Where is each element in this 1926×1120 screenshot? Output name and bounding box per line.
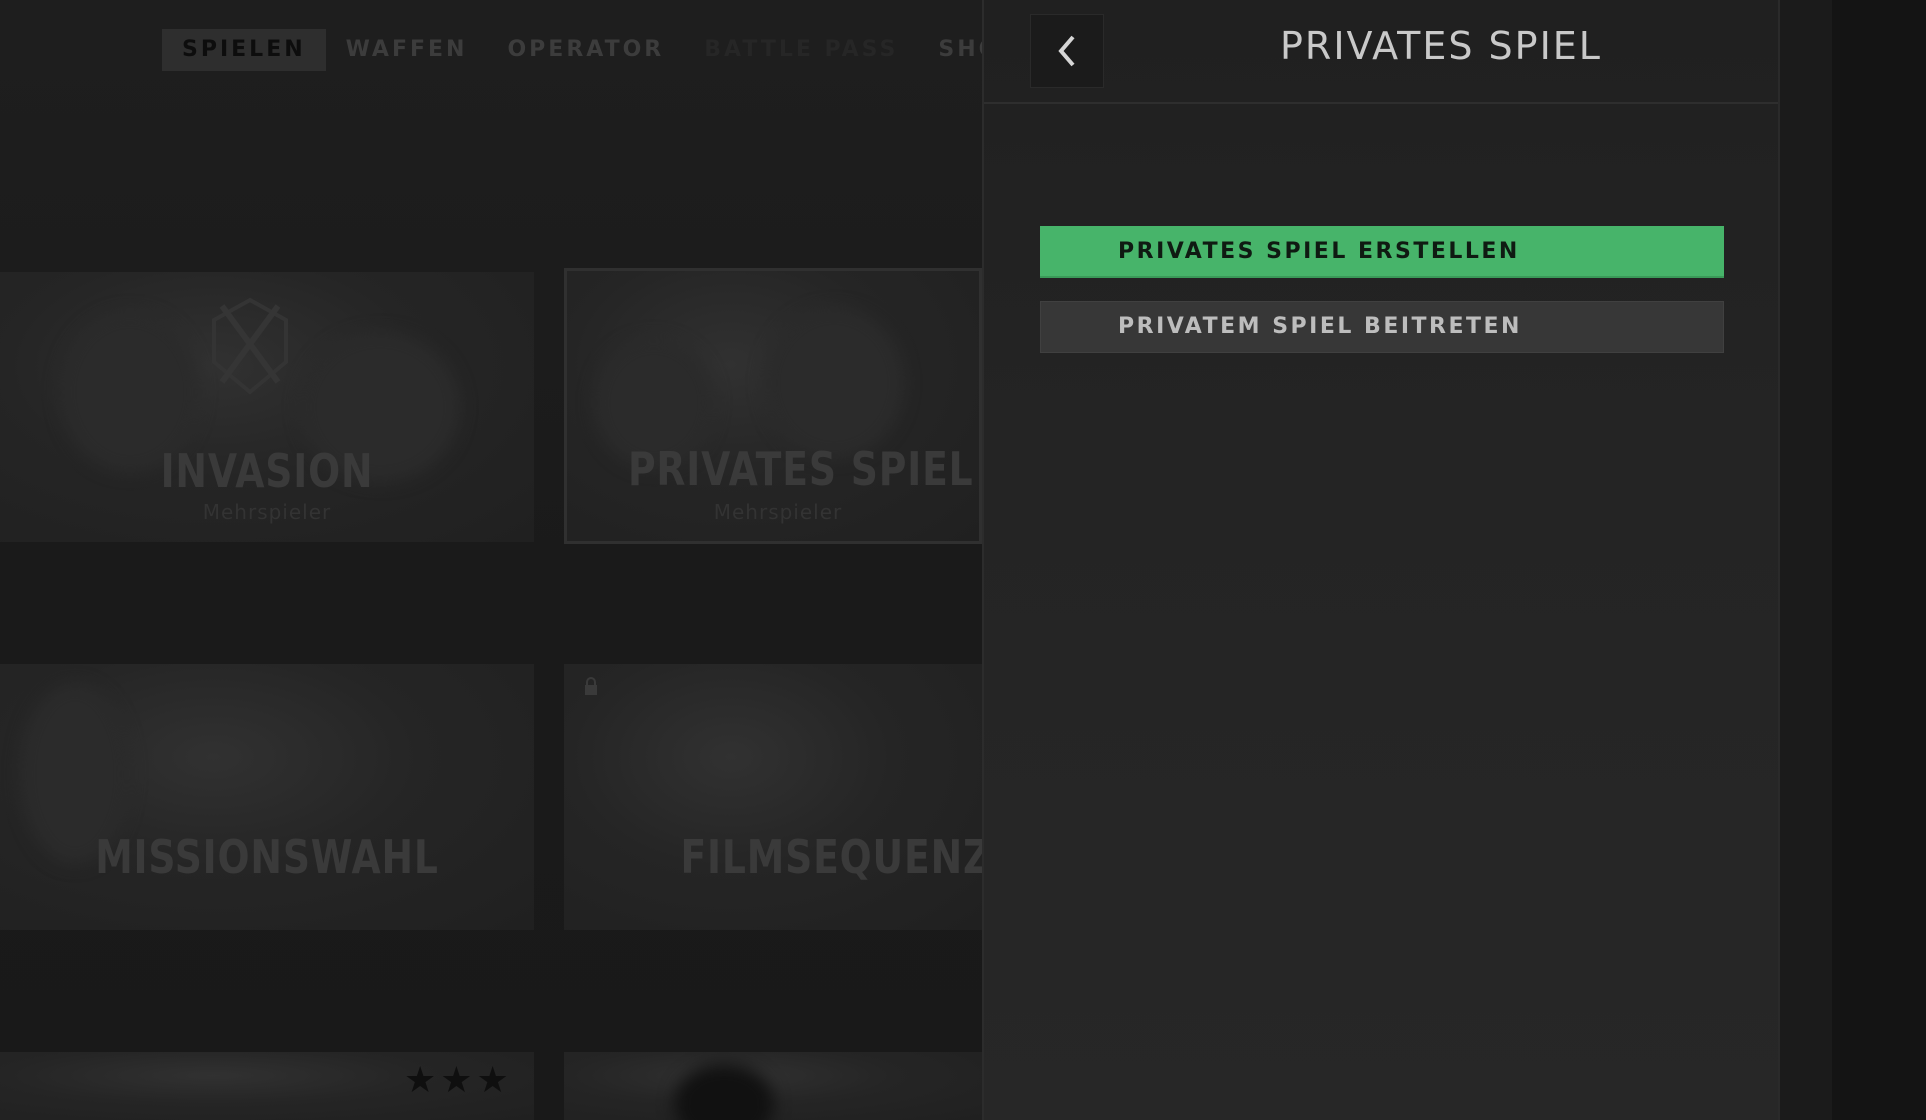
chevron-left-icon — [1058, 35, 1075, 67]
card-private-match[interactable]: PRIVATES SPIEL Mehrspieler — [564, 268, 982, 544]
screen: SPIELEN WAFFEN OPERATOR BATTLE PASS SHOP… — [0, 0, 1926, 1120]
panel-header: PRIVATES SPIEL — [984, 0, 1778, 104]
card-invasion[interactable]: INVASION Mehrspieler — [0, 272, 534, 542]
join-private-match-button[interactable]: PRIVATEM SPIEL BEITRETEN — [1040, 301, 1724, 353]
card-title: FILMSEQUENZEN — [680, 830, 982, 884]
tab-waffen[interactable]: WAFFEN — [326, 29, 488, 71]
create-private-match-button[interactable]: PRIVATES SPIEL ERSTELLEN — [1040, 226, 1724, 278]
page-title: PRIVATES SPIEL — [1280, 24, 1602, 68]
tab-operator[interactable]: OPERATOR — [487, 29, 684, 71]
card-title: PRIVATES SPIEL — [627, 442, 974, 496]
card-bottom-left[interactable]: ★★★ — [0, 1052, 534, 1120]
card-subtitle: Mehrspieler — [202, 500, 332, 524]
back-button[interactable] — [1030, 14, 1104, 88]
card-cutscenes[interactable]: FILMSEQUENZEN — [564, 664, 982, 930]
right-edge-strip — [1780, 0, 1926, 1120]
card-title: INVASION — [160, 444, 374, 498]
card-title: MISSIONSWAHL — [95, 830, 439, 884]
rank-stars-icon: ★★★ — [404, 1060, 513, 1101]
lock-icon — [585, 677, 597, 695]
tab-spielen[interactable]: SPIELEN — [162, 29, 326, 71]
top-nav: SPIELEN WAFFEN OPERATOR BATTLE PASS SHOP — [162, 29, 1039, 71]
card-bottom-right[interactable] — [564, 1052, 982, 1120]
right-edge-inner — [1780, 0, 1832, 1120]
crossed-swords-emblem-icon — [212, 297, 288, 395]
card-subtitle: Mehrspieler — [713, 500, 843, 524]
card-mission-select[interactable]: MISSIONSWAHL — [0, 664, 534, 930]
tab-battle-pass[interactable]: BATTLE PASS — [684, 29, 918, 71]
private-match-panel: PRIVATES SPIEL PRIVATES SPIEL ERSTELLEN … — [982, 0, 1780, 1120]
